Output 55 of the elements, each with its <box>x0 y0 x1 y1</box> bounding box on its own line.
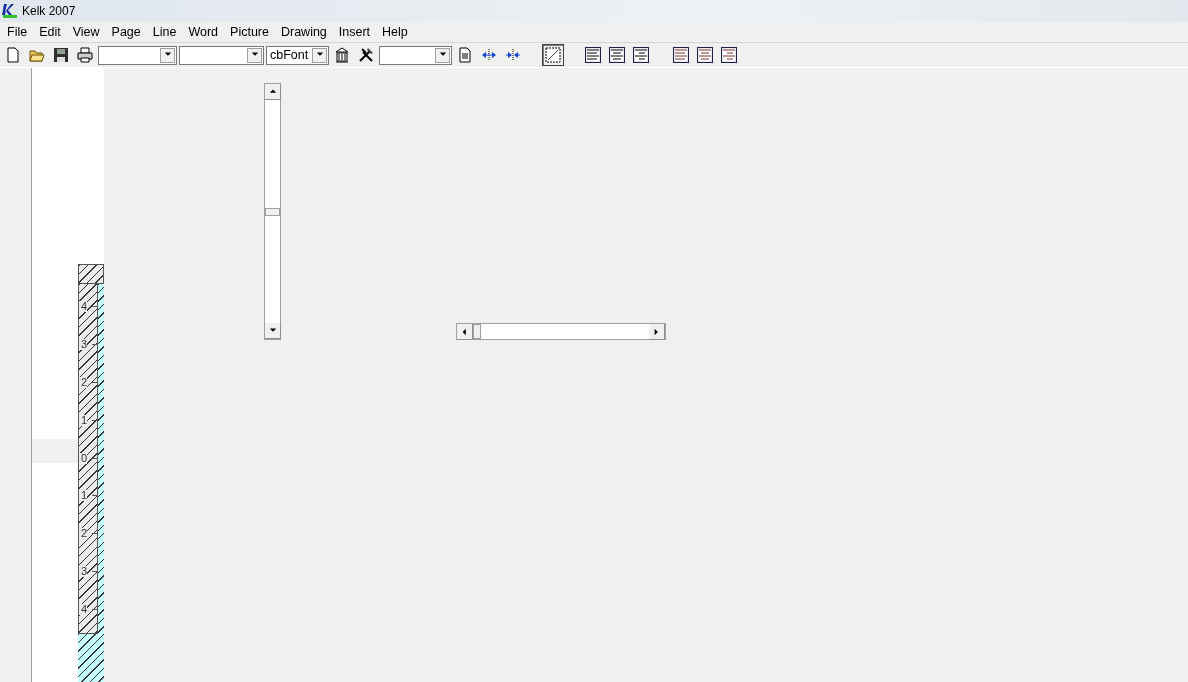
ruler-label: 4 <box>79 301 88 313</box>
menu-item[interactable]: Word <box>182 23 225 41</box>
ruler-label: 2 <box>79 377 88 388</box>
ruler-label: 1 <box>79 490 88 502</box>
scrollbar-thumb[interactable] <box>265 207 280 216</box>
ruler-label: 4 <box>79 603 88 615</box>
dropdown[interactable] <box>379 45 452 65</box>
align-left-button[interactable] <box>670 44 692 66</box>
align-right-icon <box>633 47 649 63</box>
dropdown[interactable] <box>98 45 177 65</box>
align-left-button[interactable] <box>582 44 604 66</box>
align-left-icon <box>585 47 601 63</box>
expand-arrows-icon <box>481 47 497 63</box>
picture-frame-icon <box>545 47 561 63</box>
vertical-scrollbar[interactable] <box>264 83 281 340</box>
tools-icon <box>358 47 374 63</box>
menu-item[interactable]: File <box>1 23 34 41</box>
align-center-icon <box>609 47 625 63</box>
align-left-icon <box>673 47 689 63</box>
menu-item[interactable]: Picture <box>224 23 275 41</box>
contract-arrows-icon <box>505 47 521 63</box>
menu-item[interactable]: View <box>66 23 106 41</box>
arrow-icon <box>268 87 277 96</box>
print-button[interactable] <box>74 44 96 66</box>
app-logo-icon <box>2 3 18 19</box>
picture-frame-button[interactable] <box>542 44 564 66</box>
print-icon <box>77 47 93 63</box>
menu-item[interactable]: Help <box>376 23 414 41</box>
menu-item[interactable]: Line <box>146 23 183 41</box>
menu-item[interactable]: Page <box>105 23 147 41</box>
ruler-label: 3 <box>79 339 88 351</box>
ruler-label: 3 <box>79 565 88 577</box>
new-document-icon <box>5 47 21 63</box>
document-icon <box>457 47 473 63</box>
menu-item[interactable]: Drawing <box>274 23 333 41</box>
save-icon <box>53 47 69 63</box>
open-folder-icon <box>29 47 45 63</box>
ruler-label: 2 <box>79 528 88 540</box>
align-center-button[interactable] <box>694 44 716 66</box>
dropdown[interactable] <box>179 45 264 65</box>
scrollbar-thumb[interactable] <box>473 324 481 339</box>
window-title: Kelk 2007 <box>22 4 76 18</box>
align-center-icon <box>697 47 713 63</box>
ruler-label: 0 <box>79 452 88 464</box>
align-right-button[interactable] <box>630 44 652 66</box>
ruler-label: 1 <box>79 414 88 426</box>
dropdown[interactable]: cbFont <box>266 45 329 65</box>
align-right-button[interactable] <box>718 44 740 66</box>
menu-item[interactable]: Insert <box>332 23 377 41</box>
align-right-icon <box>721 47 737 63</box>
align-center-button[interactable] <box>606 44 628 66</box>
arrow-icon <box>460 327 469 336</box>
building-icon <box>334 47 350 63</box>
horizontal-scrollbar[interactable] <box>456 323 666 340</box>
menu-item[interactable]: Edit <box>33 23 67 41</box>
